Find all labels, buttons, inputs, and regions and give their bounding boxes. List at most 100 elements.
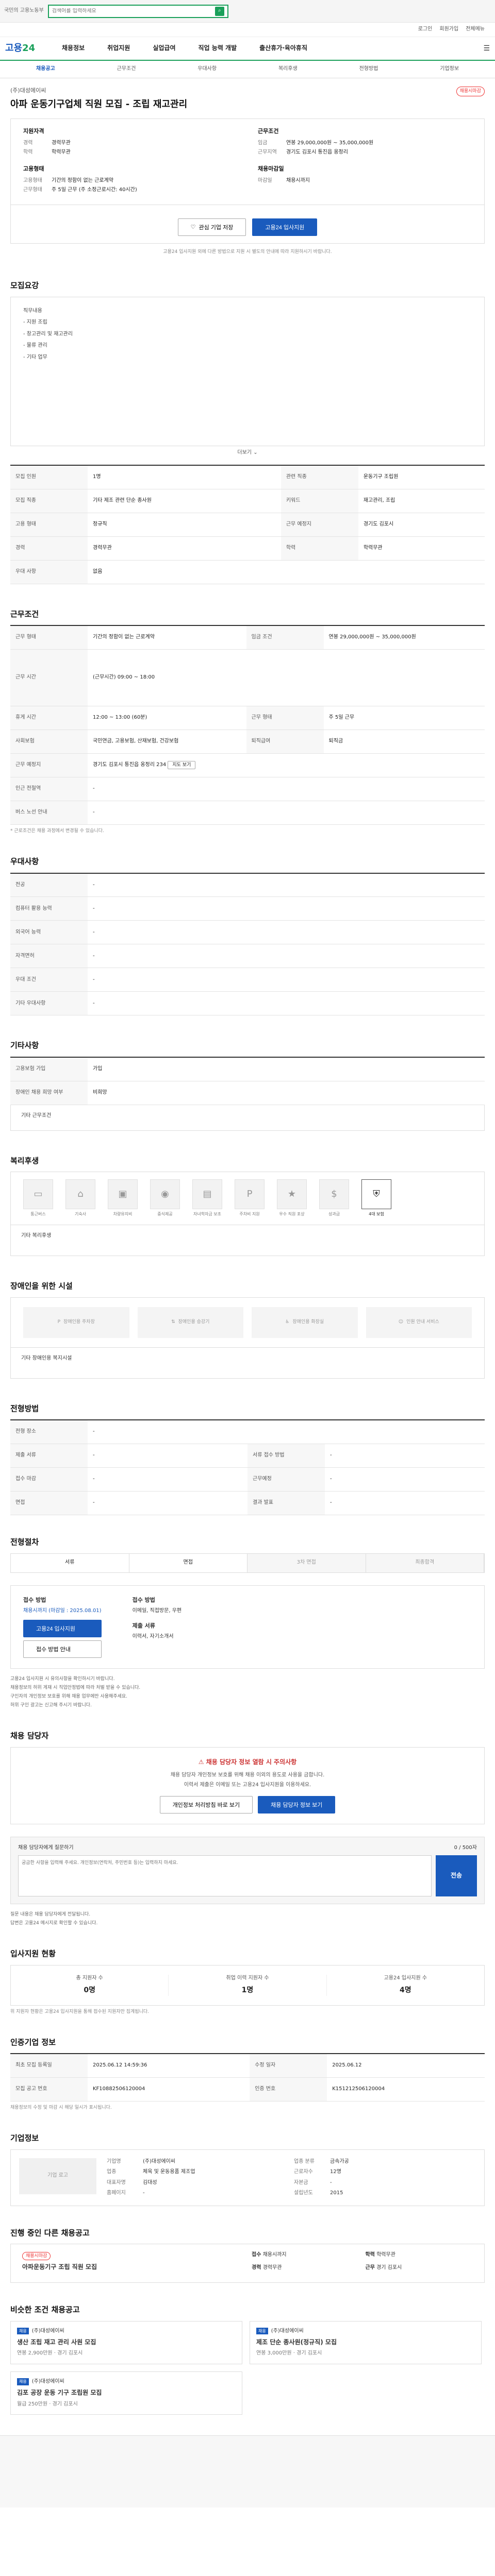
similar-card[interactable]: 채용 (주)대성에이씨 제조 단순 종사원(정규직) 모집 연봉 3,000만원 · … [250, 2320, 482, 2364]
apply-button-2[interactable]: 고용24 입사지원 [23, 1620, 102, 1638]
send-button[interactable]: 전송 [436, 1855, 477, 1896]
process-steps: 서류 면접 3차 면접 최종합격 [10, 1553, 485, 1573]
page-footer [0, 2435, 495, 2508]
book-icon: ▤ [192, 1179, 222, 1210]
tab-company[interactable]: 기업정보 [409, 65, 490, 73]
gov-notice: 국민의 고용노동부 [4, 8, 44, 14]
car-icon: ▣ [108, 1179, 138, 1210]
nav-training[interactable]: 직업 능력 개발 [199, 44, 237, 53]
sitemap-link[interactable]: 전체메뉴 [466, 26, 485, 33]
welfare-section-title: 복리후생 [10, 1156, 39, 1165]
similar-card[interactable]: 채용 (주)대성에이씨 생산 조립 재고 관리 사원 모집 연봉 2,900만원 · … [10, 2320, 242, 2364]
biz-section-title: 기업정보 [10, 2133, 39, 2143]
action-bar: ♡ 관심 기업 저장 고용24 입사지원 [10, 205, 485, 244]
signup-link[interactable]: 회원가입 [439, 26, 458, 33]
apply-guide-button[interactable]: 접수 방법 안내 [23, 1640, 102, 1658]
history-note: 채용정보의 수정 및 마감 시 해당 일시가 표시됩니다. [10, 2105, 112, 2110]
nav-support[interactable]: 취업지원 [107, 44, 130, 53]
process-steps-title: 전형절차 [10, 1537, 39, 1547]
etc-more: 기타 근무조건 [10, 1105, 485, 1131]
utility-links: 로그인 회원가입 전체메뉴 [0, 23, 495, 37]
company-logo: 기업 로고 [19, 2158, 96, 2194]
top-bar: 국민의 고용노동부 ⌕ [0, 0, 495, 23]
job-table: 모집 인원 1명 관련 직종 운동기구 조립원 모집 직종 기타 제조 관련 단순 종사… [10, 465, 485, 584]
stats-note: 위 지원자 현황은 고용24 입사지원을 통해 접수된 지원자만 집계됩니다. [10, 2009, 150, 2014]
similar-section-title: 비슷한 조건 채용공고 [10, 2304, 80, 2314]
cond-section-title: 근무조건 [10, 609, 39, 619]
history-table: 최초 모집 등록일 2025.06.12 14:59:36 수정 일자 2025.06… [10, 2053, 485, 2102]
tab-conditions[interactable]: 근무조건 [86, 65, 167, 73]
warning-icon: ⚠ [198, 1758, 204, 1766]
apply-notes: 고용24 입사지원 시 유의사항을 확인하시기 바랍니다. 채용정보의 허위 게재… [10, 1676, 141, 1708]
welfare-item: ★ 우수 직원 포상 [274, 1179, 310, 1217]
house-icon: ⌂ [65, 1179, 95, 1210]
welfare-item: ▭ 통근버스 [20, 1179, 56, 1217]
cond-note: * 근로조건은 채용 과정에서 변경될 수 있습니다. [10, 828, 104, 834]
apply-disclaimer: 고용24 입사지원 외에 다른 방법으로 지원 시 별도의 안내에 따라 지원하… [163, 249, 332, 255]
login-link[interactable]: 로그인 [418, 26, 433, 33]
welfare-item: ▣ 차량유지비 [105, 1179, 141, 1217]
section-tabs: 채용공고 근무조건 우대사항 복리후생 전형방법 기업정보 [0, 61, 495, 78]
conditions-table: 근무 형태 기간의 정함이 없는 근로계약 임금 조건 연봉 29,000,000원 … [10, 625, 485, 825]
tab-welfare[interactable]: 복리후생 [248, 65, 328, 73]
toilet-icon: ♿ [285, 1319, 290, 1325]
disabled-other: 기타 장애인용 복지시설 [10, 1347, 485, 1379]
inquiry-textarea[interactable] [18, 1855, 432, 1896]
similar-postings: 채용 (주)대성에이씨 생산 조립 재고 관리 사원 모집 연봉 2,900만원 · … [10, 2320, 485, 2415]
disabled-section-title: 장애인을 위한 시설 [10, 1281, 73, 1291]
guide-icon: ☺ [398, 1319, 404, 1325]
welfare-item: ◉ 중식제공 [147, 1179, 183, 1217]
summary-heading: 지원자격 [23, 128, 44, 135]
other-posting[interactable]: 채용시마감 아파운동기구 조립 직원 모집 접수 채용시까지 학력 학력무관 경… [10, 2244, 485, 2283]
company-name[interactable]: (주)대성에이씨 [10, 87, 187, 95]
etc-table: 고용보험 가입 가입 장애인 채용 희망 여부 비희망 [10, 1057, 485, 1105]
job-section-title: 모집요강 [10, 280, 39, 290]
welfare-item: ▤ 자녀학자금 보조 [189, 1179, 225, 1217]
welfare-icons: ▭ 통근버스 ⌂ 기숙사 ▣ 차량유지비 ◉ 중식제공 ▤ 자녀학자금 보조 P 주차비 지… [10, 1172, 485, 1225]
welfare-item: ⌂ 기숙사 [62, 1179, 98, 1217]
deadline-badge: 채용시마감 [456, 87, 485, 97]
disabled-facility-icons: P 장애인용 주차장 ⇅ 장애인용 승강기 ♿ 장애인용 화장실 ☺ 인원 안내 서비스 [10, 1297, 485, 1348]
search-icon[interactable]: ⌕ [214, 6, 224, 16]
similar-card[interactable]: 채용 (주)대성에이씨 김포 공장 운동 기구 조립원 모집 월급 250만원 · 경… [10, 2371, 242, 2415]
map-button[interactable]: 지도 보기 [168, 761, 196, 770]
stats-box: 총 지원자 수 0명 취업 이력 지원자 수 1명 고용24 입사지원 수 4명 [10, 1964, 485, 2006]
coin-icon: $ [319, 1179, 349, 1210]
inquiry-notes: 질문 내용은 채용 담당자에게 전달됩니다. 답변은 고용24 메시지로 확인할 … [10, 1911, 98, 1926]
others-section-title: 진행 중인 다른 채용공고 [10, 2228, 90, 2238]
apply-button[interactable]: 고용24 입사지원 [252, 218, 318, 236]
trophy-icon: ★ [277, 1179, 307, 1210]
bus-icon: ▭ [23, 1179, 53, 1210]
history-section-title: 인증기업 정보 [10, 2037, 56, 2047]
scrap-button[interactable]: ♡ 관심 기업 저장 [177, 218, 246, 236]
summary-box: 지원자격 경력 경력무관 학력 학력무관 고용형태 고용형태 기간의 정함이 없는 근… [10, 118, 485, 205]
site-logo[interactable]: 고용24 [5, 42, 62, 55]
menu-icon[interactable]: ☰ [483, 43, 490, 54]
parking-icon: P [235, 1179, 265, 1210]
pref-section-title: 우대사항 [10, 857, 39, 866]
tab-preference[interactable]: 우대사항 [167, 65, 248, 73]
meal-icon: ◉ [150, 1179, 180, 1210]
tab-recruit[interactable]: 채용공고 [5, 65, 86, 73]
stats-section-title: 입사지원 현황 [10, 1948, 56, 1958]
contact-box: ⚠ 채용 담당자 정보 열람 시 주의사항 채용 담당자 개인정보 보호를 위해… [10, 1747, 485, 1825]
char-count: 0 / 500자 [454, 1845, 477, 1851]
preference-table: 전공 - 컴퓨터 활용 능력 - 외국어 능력 - 자격면허 - 우대 조건 - 기타 우… [10, 872, 485, 1016]
tab-process[interactable]: 전형방법 [328, 65, 409, 73]
welfare-item: $ 성과급 [316, 1179, 352, 1217]
more-button[interactable]: 더보기 ⌄ [10, 446, 485, 465]
welfare-item: P 주차비 지원 [232, 1179, 268, 1217]
inquiry-box: 채용 담당자에게 질문하기 0 / 500자 전송 [10, 1837, 485, 1904]
nav-benefit[interactable]: 실업급여 [153, 44, 175, 53]
nav-jobs[interactable]: 채용정보 [62, 44, 85, 53]
chevron-down-icon: ⌄ [253, 449, 258, 455]
shield-icon: ⛨ [361, 1179, 391, 1210]
global-search[interactable]: ⌕ [47, 4, 228, 18]
job-description: 직무내용 - 지원 조립 - 창고관리 및 재고관리 - 물류 관리 - 기타 업무 [10, 296, 485, 446]
contact-view-button[interactable]: 채용 담당자 정보 보기 [258, 1796, 336, 1814]
privacy-button[interactable]: 개인정보 처리방침 바로 보기 [159, 1796, 253, 1814]
company-info-box: 기업 로고 기업명 (주)대성에이씨 업종 분류 금속가공 업종 체육 및 운동용품 제… [10, 2149, 485, 2206]
search-input[interactable] [52, 8, 212, 14]
posting-header: (주)대성에이씨 아파 운동기구업체 직원 모집 - 조립 재고관리 채용시마감 [10, 78, 485, 115]
nav-leave[interactable]: 출산휴가·육아휴직 [259, 44, 307, 53]
